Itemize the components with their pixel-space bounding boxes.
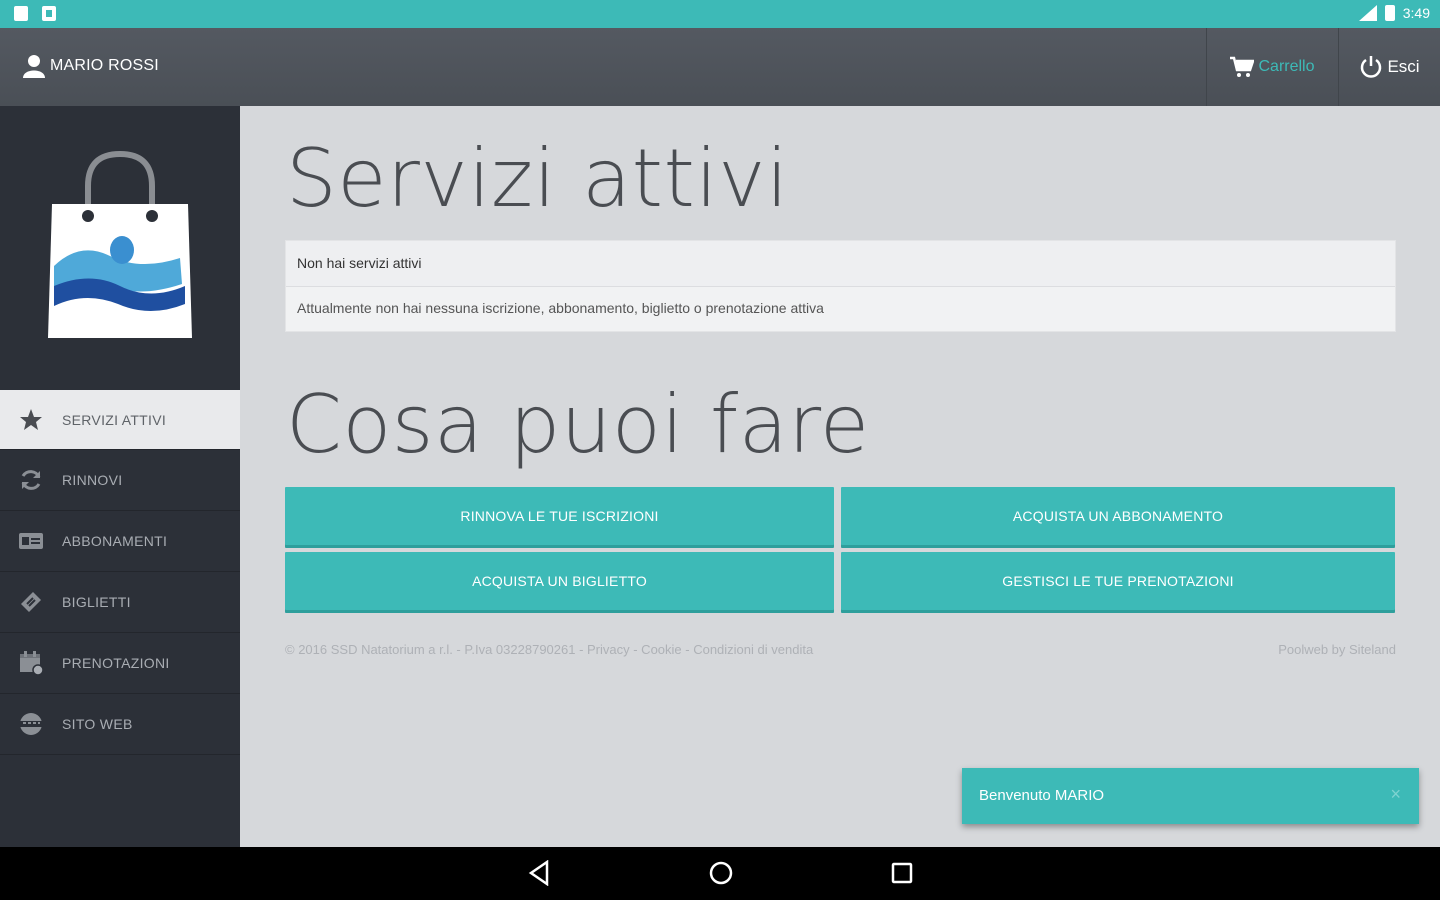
sidebar: SERVIZI ATTIVI RINNOVI ABBONAMENTI BIGLI… — [0, 106, 240, 847]
battery-icon — [1384, 5, 1395, 21]
home-icon[interactable] — [708, 860, 734, 886]
sidebar-item-abbonamenti[interactable]: ABBONAMENTI — [0, 511, 240, 572]
sidebar-menu: SERVIZI ATTIVI RINNOVI ABBONAMENTI BIGLI… — [0, 390, 240, 755]
refresh-icon — [21, 470, 41, 490]
top-bar: MARIO ROSSI Carrello Esci — [0, 28, 1440, 106]
panel-heading: Non hai servizi attivi — [286, 241, 1395, 287]
footer-credit[interactable]: Poolweb by Siteland — [1278, 642, 1396, 657]
sidebar-item-label: SERVIZI ATTIVI — [62, 411, 167, 428]
panel-body: Attualmente non hai nessuna iscrizione, … — [297, 300, 824, 316]
notification-sd-icon — [14, 6, 28, 21]
signal-icon — [1358, 5, 1377, 21]
logout-label: Esci — [1387, 57, 1420, 76]
main-content: Servizi attivi Non hai servizi attivi At… — [240, 106, 1440, 847]
section-title: Cosa puoi fare — [286, 378, 870, 471]
notification-app-icon — [42, 6, 56, 21]
footer-links[interactable]: © 2016 SSD Natatorium a r.l. - P.Iva 032… — [285, 642, 813, 657]
sidebar-item-label: SITO WEB — [62, 716, 133, 732]
renew-subscriptions-button[interactable]: RINNOVA LE TUE ISCRIZIONI — [285, 487, 834, 545]
power-icon — [1361, 56, 1382, 78]
globe-icon — [19, 713, 43, 735]
status-time: 3:49 — [1402, 5, 1430, 21]
logout-button[interactable]: Esci — [1338, 28, 1440, 106]
buy-subscription-button[interactable]: ACQUISTA UN ABBONAMENTO — [841, 487, 1395, 545]
calendar-icon — [20, 651, 44, 676]
status-bar: 3:49 — [0, 0, 1440, 28]
toast-close-button[interactable]: × — [1390, 784, 1401, 805]
back-icon[interactable] — [527, 860, 551, 886]
sidebar-item-rinnovi[interactable]: RINNOVI — [0, 450, 240, 511]
sidebar-item-biglietti[interactable]: BIGLIETTI — [0, 572, 240, 633]
sidebar-item-label: ABBONAMENTI — [62, 533, 168, 549]
welcome-toast: Benvenuto MARIO × — [962, 768, 1419, 824]
sidebar-item-label: RINNOVI — [62, 472, 123, 488]
user-name: MARIO ROSSI — [50, 57, 159, 74]
buy-ticket-button[interactable]: ACQUISTA UN BIGLIETTO — [285, 552, 834, 610]
card-icon — [19, 533, 43, 549]
cart-button[interactable]: Carrello — [1206, 28, 1338, 106]
recent-apps-icon[interactable] — [890, 860, 914, 886]
navigation-bar — [0, 847, 1440, 900]
cart-icon — [1230, 56, 1255, 77]
page-title: Servizi attivi — [286, 132, 789, 225]
cart-label: Carrello — [1258, 58, 1315, 75]
user-icon — [23, 55, 45, 78]
info-panel: Non hai servizi attivi Attualmente non h… — [285, 240, 1396, 332]
sidebar-item-servizi-attivi[interactable]: SERVIZI ATTIVI — [0, 390, 240, 450]
shopping-bag-logo — [48, 150, 192, 338]
sidebar-item-prenotazioni[interactable]: PRENOTAZIONI — [0, 633, 240, 694]
ticket-icon — [21, 592, 41, 612]
toast-message: Benvenuto MARIO — [979, 787, 1105, 804]
user-menu[interactable]: MARIO ROSSI — [22, 54, 159, 78]
star-icon — [20, 408, 42, 430]
sidebar-item-sito-web[interactable]: SITO WEB — [0, 694, 240, 755]
sidebar-item-label: BIGLIETTI — [62, 594, 131, 610]
manage-bookings-button[interactable]: GESTISCI LE TUE PRENOTAZIONI — [841, 552, 1395, 610]
sidebar-item-label: PRENOTAZIONI — [62, 655, 170, 671]
